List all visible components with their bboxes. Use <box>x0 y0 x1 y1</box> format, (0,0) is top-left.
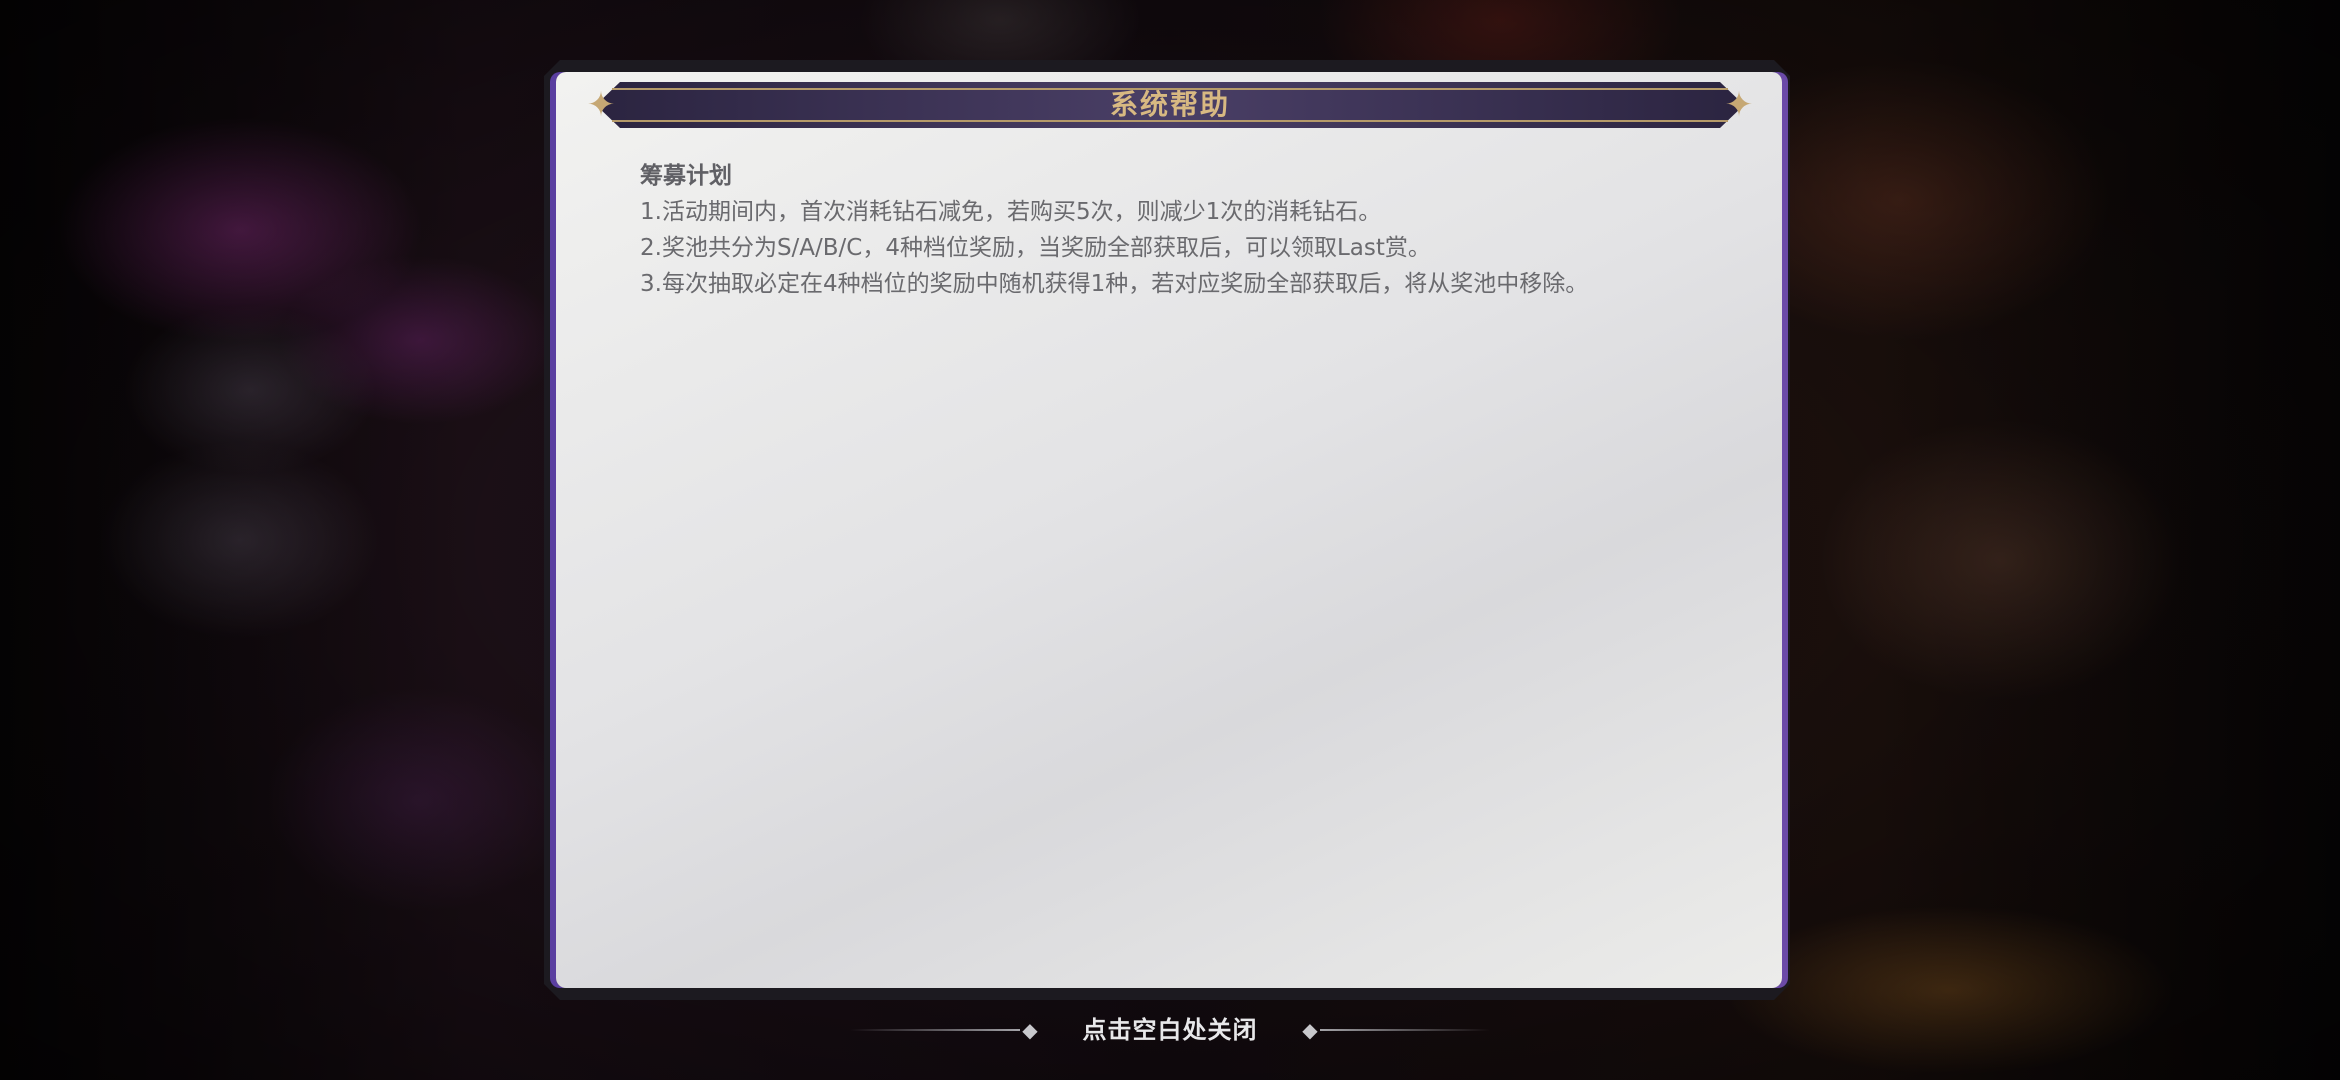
help-line: 1.活动期间内，首次消耗钻石减免，若购买5次，则减少1次的消耗钻石。 <box>640 199 1382 225</box>
close-hint[interactable]: ◆ ◆ 点击空白处关闭 <box>850 1010 1490 1050</box>
help-content: 筹募计划 1.活动期间内，首次消耗钻石减免，若购买5次，则减少1次的消耗钻石。 … <box>640 158 1700 302</box>
dialog-right-accent <box>1782 380 1788 940</box>
dialog-title: 系统帮助 <box>1109 88 1230 121</box>
help-line: 3.每次抽取必定在4种档位的奖励中随机获得1种，若对应奖励全部获取后，将从奖池中… <box>640 271 1589 297</box>
close-hint-text: 点击空白处关闭 <box>1082 1016 1258 1044</box>
help-line: 2.奖池共分为S/A/B/C，4种档位奖励，当奖励全部获取后，可以领取Last赏… <box>640 235 1431 261</box>
content-heading: 筹募计划 <box>640 163 732 189</box>
